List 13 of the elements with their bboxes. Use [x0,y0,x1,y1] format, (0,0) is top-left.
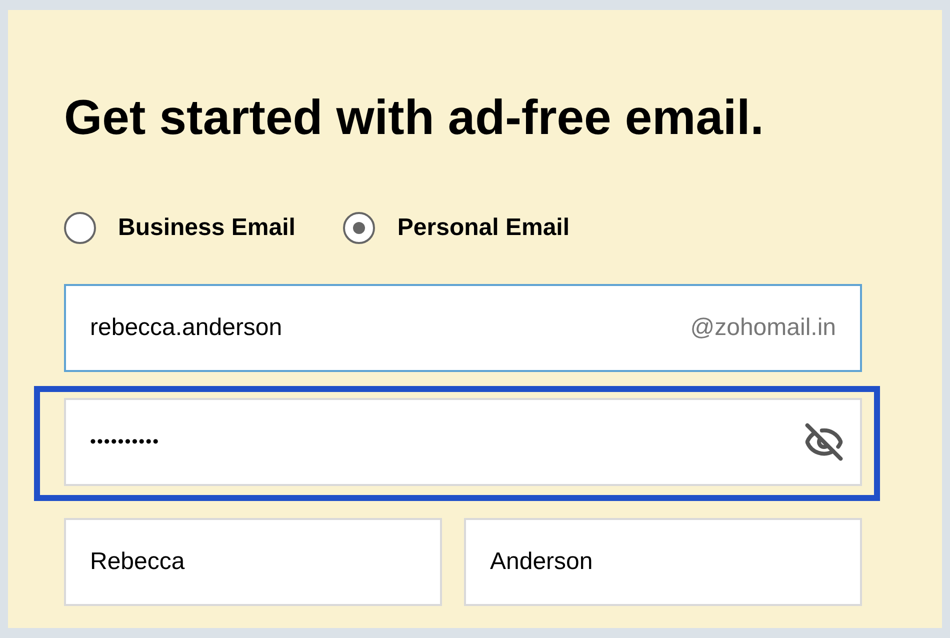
radio-button[interactable] [64,212,96,244]
radio-label[interactable]: Personal Email [397,210,570,246]
form-heading: Get started with ad-free email. [64,92,764,144]
radio-button[interactable] [343,212,376,244]
name-field[interactable]: Anderson [464,518,862,606]
domain-suffix: @zohomail.in [690,313,836,343]
eye-slash-icon[interactable] [804,422,844,462]
password-field[interactable]: •••••••••• [64,398,862,486]
username-input[interactable]: rebecca.anderson [90,310,690,346]
radio-label[interactable]: Business Email [118,210,296,246]
email-field[interactable]: rebecca.anderson @zohomail.in [64,284,862,372]
name-field[interactable]: Rebecca [64,518,442,606]
password-input[interactable]: •••••••••• [90,429,804,455]
